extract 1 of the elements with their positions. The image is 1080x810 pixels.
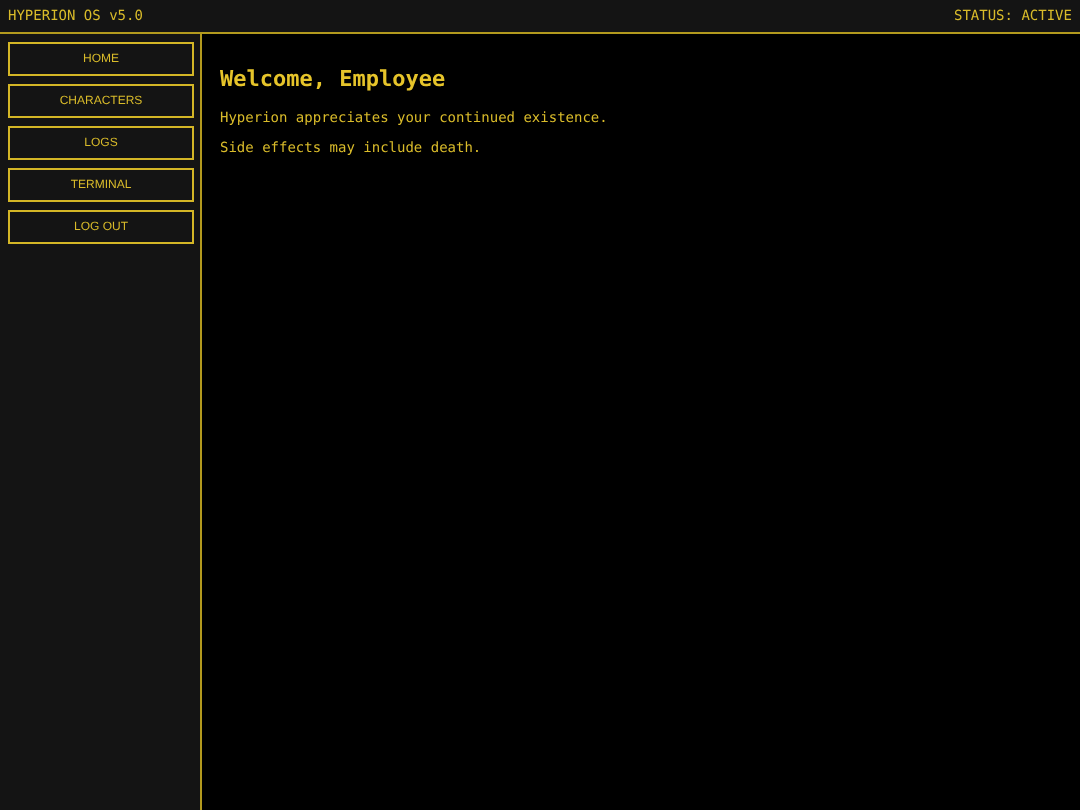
- welcome-heading: Welcome, Employee: [220, 66, 448, 92]
